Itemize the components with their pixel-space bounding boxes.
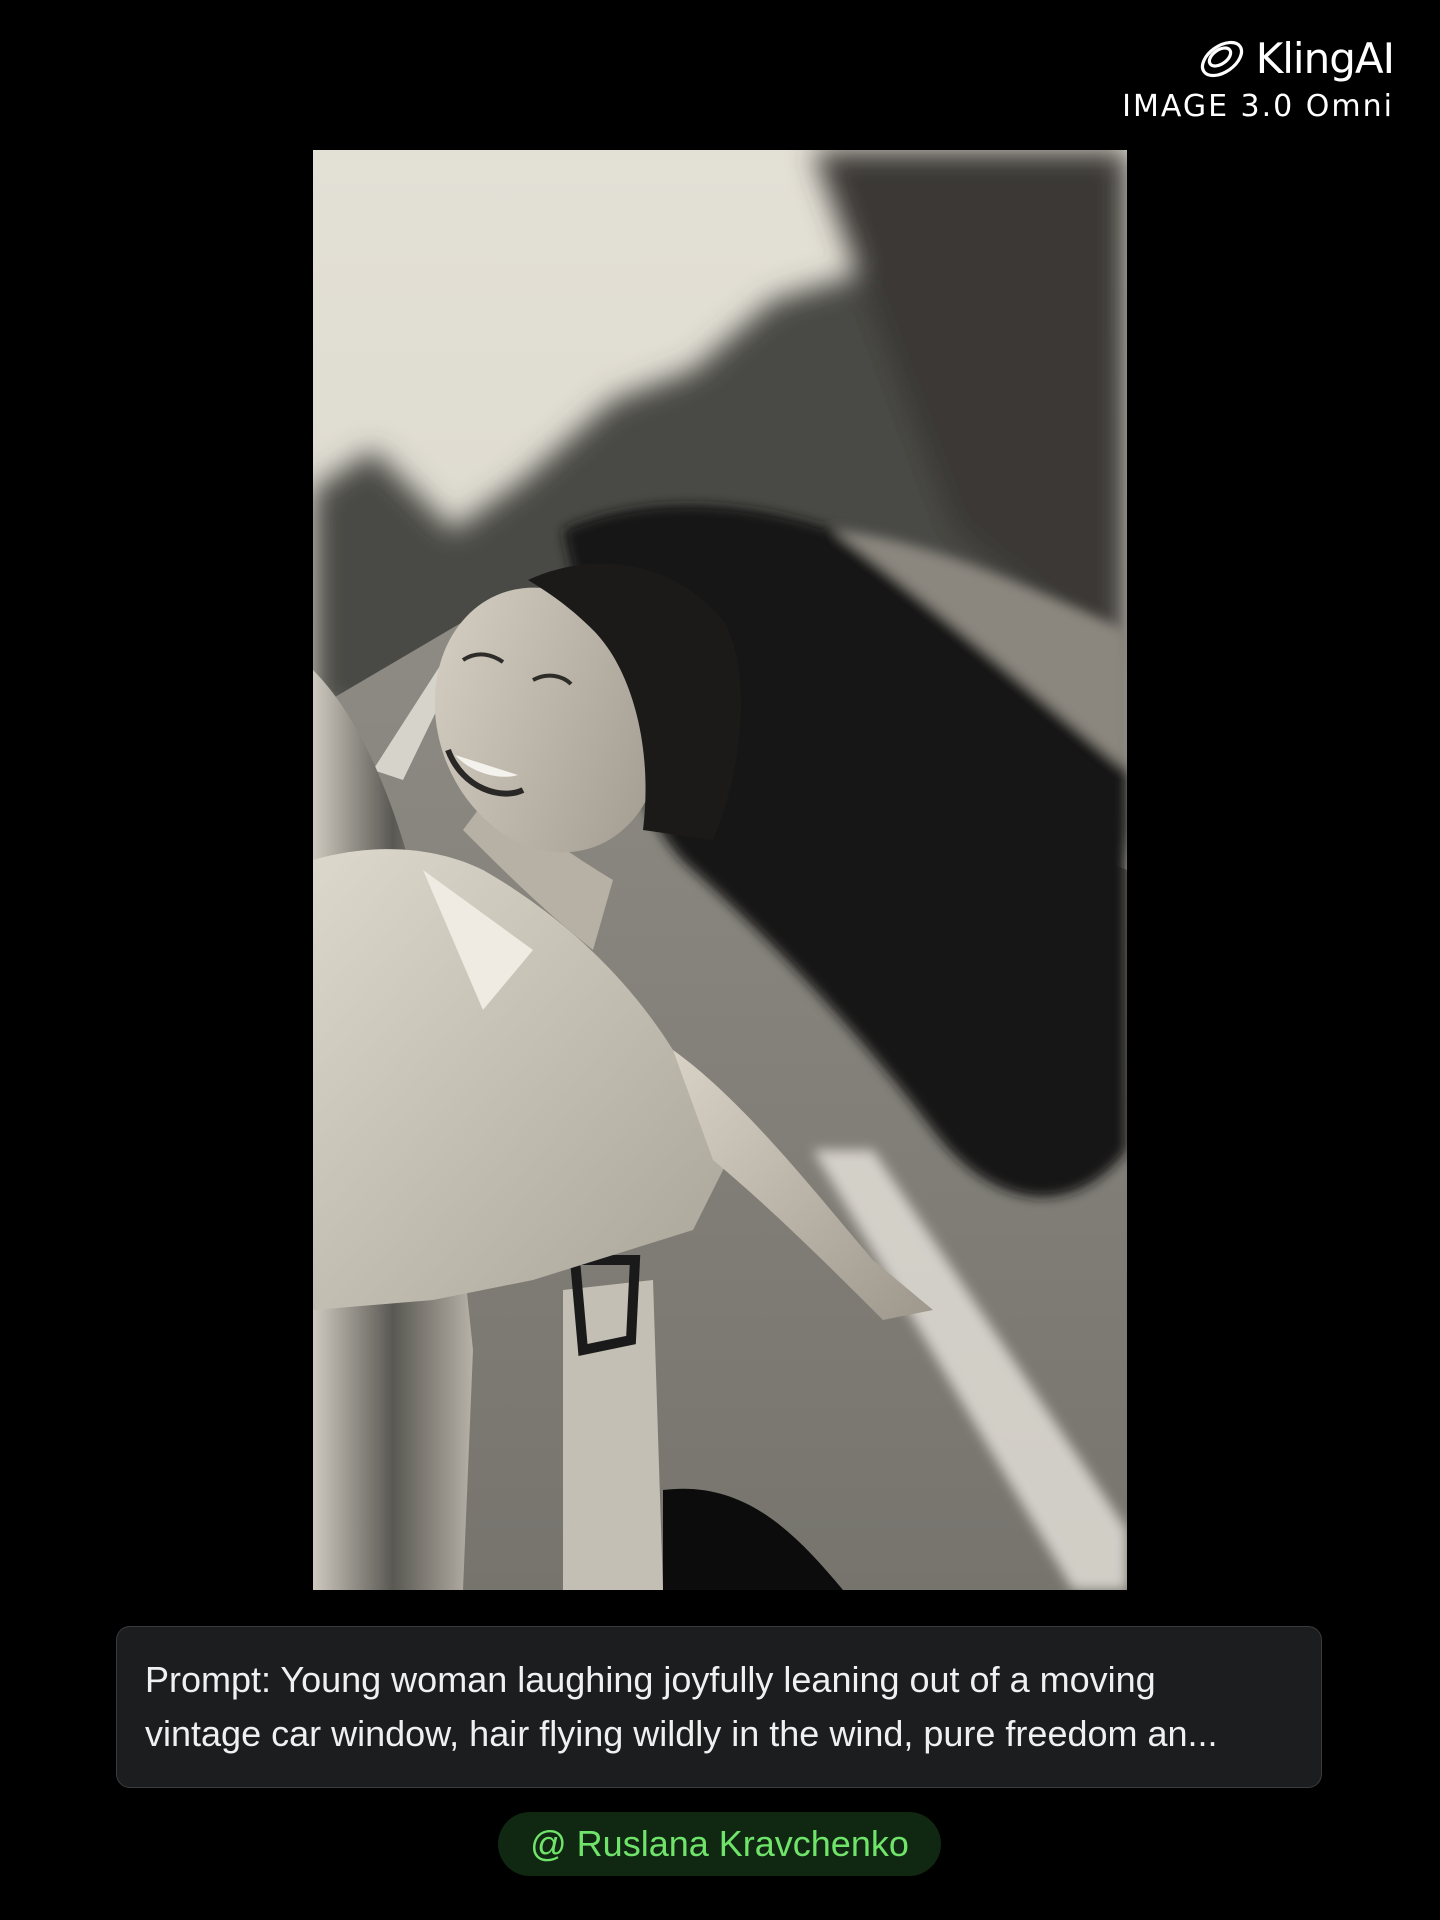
klingai-logo-icon: [1200, 40, 1243, 78]
author-credit-label: @ Ruslana Kravchenko: [530, 1823, 909, 1864]
prompt-line-2: vintage car window, hair flying wildly i…: [145, 1713, 1218, 1754]
prompt-box: Prompt: Young woman laughing joyfully le…: [116, 1626, 1322, 1788]
brand-header: KlingAI IMAGE 3.0 Omni: [1122, 30, 1395, 124]
prompt-line-1: Prompt: Young woman laughing joyfully le…: [145, 1659, 1156, 1700]
brand-version: IMAGE 3.0 Omni: [1122, 89, 1394, 124]
generated-image: [313, 150, 1127, 1590]
brand-name: KlingAI: [1255, 34, 1395, 83]
author-credit-badge: @ Ruslana Kravchenko: [498, 1812, 941, 1876]
brand-row: KlingAI: [1122, 30, 1395, 88]
photo-woman-in-car-window: [313, 150, 1127, 1590]
